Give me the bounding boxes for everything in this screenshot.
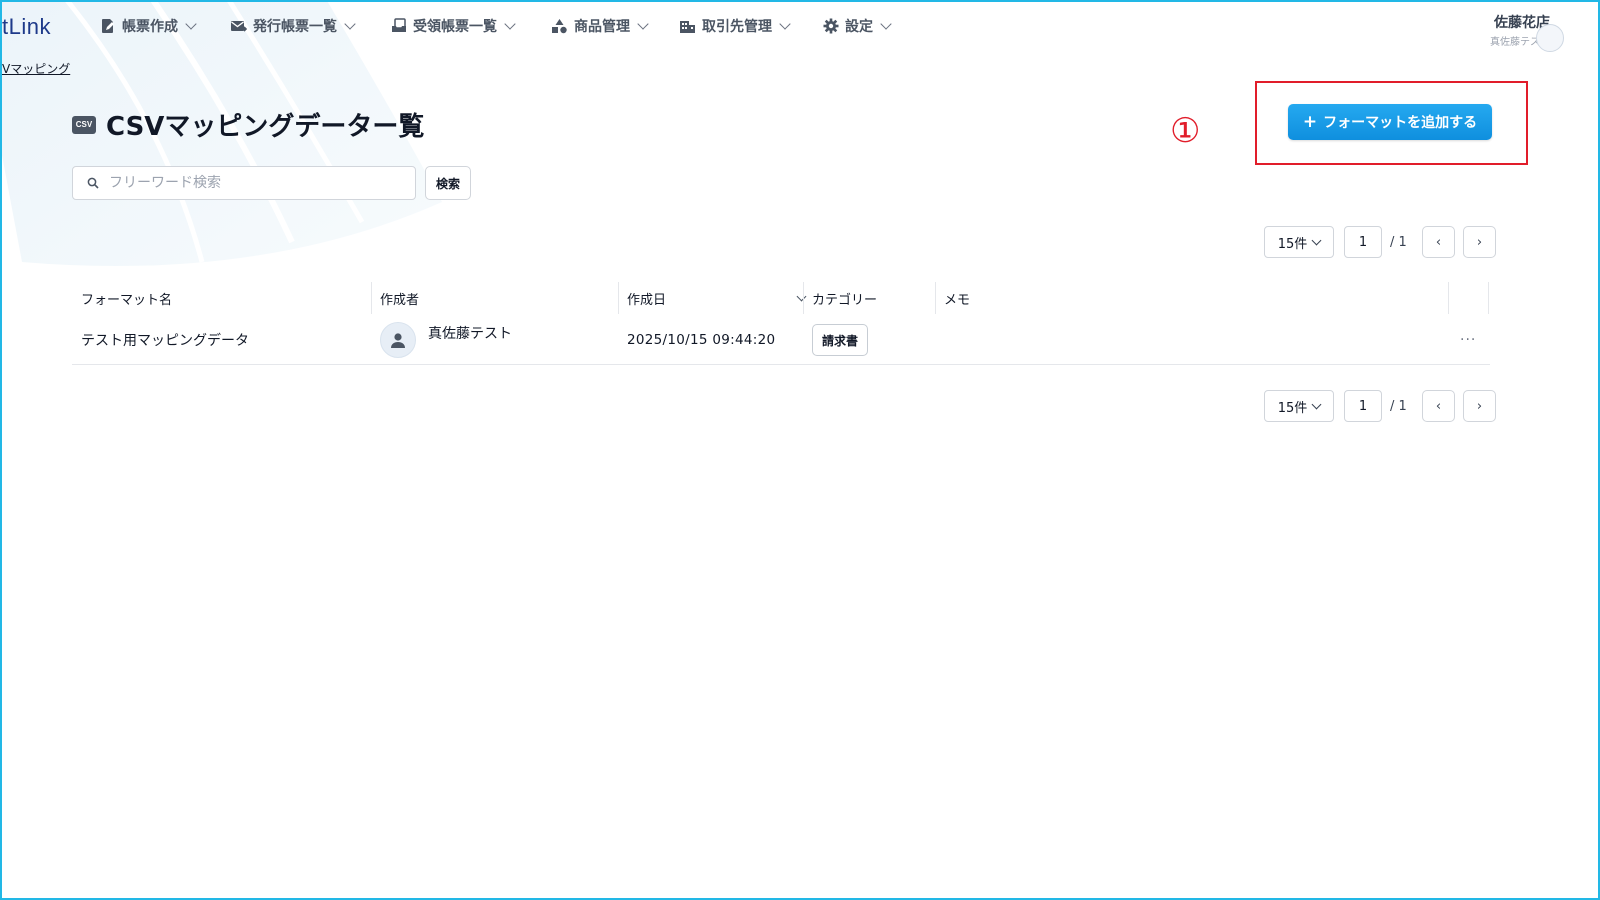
category-badge: 請求書 [812, 324, 869, 356]
nav-item-issued-documents[interactable]: 発行帳票一覧 [230, 16, 356, 36]
search-field[interactable] [72, 166, 416, 200]
page-size-select[interactable]: 15件 [1264, 390, 1334, 422]
add-format-button-label: フォーマットを追加する [1323, 115, 1478, 131]
nav-item-partner-management[interactable]: 取引先管理 [679, 16, 791, 36]
top-navigation: tLink 帳票作成 発行帳票一覧 受領帳票一覧 商品管理 取引先管理 設定 佐… [2, 2, 1598, 52]
sort-chevron-icon[interactable] [796, 291, 807, 301]
building-icon [680, 21, 695, 33]
current-page-input[interactable]: 1 [1344, 390, 1382, 422]
table-body: テスト用マッピングデータ 真佐藤テスト 2025/10/15 09:44:20 … [72, 316, 1490, 365]
chevron-down-icon [344, 18, 356, 30]
column-header-name: フォーマット名 [81, 292, 173, 308]
column-header-created-label: 作成日 [627, 292, 667, 308]
chevron-down-icon [185, 18, 197, 30]
nav-item-received-documents[interactable]: 受領帳票一覧 [391, 16, 516, 36]
page-header: CSV CSVマッピングデーター覧 [72, 106, 424, 143]
chevron-down-icon [779, 18, 791, 30]
csv-icon: CSV [72, 115, 96, 134]
breadcrumb[interactable]: Vマッピング [2, 60, 70, 77]
nav-item-label: 商品管理 [574, 19, 630, 35]
annotation-marker: ① [1170, 111, 1201, 151]
nav-item-label: 取引先管理 [702, 19, 772, 35]
total-pages: / 1 [1390, 234, 1407, 250]
chevron-down-icon [880, 18, 892, 30]
column-header-memo: メモ [944, 292, 971, 308]
shapes-icon [552, 19, 567, 34]
search-input[interactable] [107, 174, 401, 192]
nav-item-create-document[interactable]: 帳票作成 [100, 16, 197, 36]
creator-cell: 真佐藤テスト [380, 316, 512, 364]
column-divider [803, 282, 804, 314]
nav-item-label: 帳票作成 [122, 19, 178, 35]
pagination-bottom: 15件 1 / 1 ‹ › [1264, 390, 1496, 422]
total-pages: / 1 [1390, 398, 1407, 414]
avatar[interactable] [1536, 24, 1564, 52]
column-header-category: カテゴリー [812, 292, 878, 308]
mail-send-icon [231, 21, 247, 32]
chevron-right-icon: › [1476, 234, 1483, 250]
page-title: CSVマッピングデーター覧 [106, 112, 425, 142]
add-format-button[interactable]: + フォーマットを追加する [1288, 104, 1492, 140]
table-row[interactable]: テスト用マッピングデータ 真佐藤テスト 2025/10/15 09:44:20 … [72, 316, 1490, 365]
column-divider [1488, 282, 1489, 314]
chevron-left-icon: ‹ [1435, 234, 1442, 250]
pagination-top: 15件 1 / 1 ‹ › [1264, 226, 1496, 258]
current-page-input[interactable]: 1 [1344, 226, 1382, 258]
column-divider [371, 282, 372, 314]
user-menu[interactable]: 佐藤花店 真佐藤テスト [1490, 12, 1564, 52]
mapping-table: フォーマット名 作成者 作成日 カテゴリー メモ テスト用マッピングデータ 真佐… [72, 280, 1490, 365]
prev-page-button[interactable]: ‹ [1422, 226, 1455, 258]
column-header-created[interactable]: 作成日 [627, 280, 807, 316]
avatar [380, 322, 416, 358]
column-divider [1448, 282, 1449, 314]
chevron-down-icon [1311, 399, 1322, 409]
inbox-receive-icon [392, 18, 406, 32]
nav-item-product-management[interactable]: 商品管理 [551, 16, 649, 36]
chevron-down-icon [504, 18, 516, 30]
gear-icon [823, 18, 839, 34]
app-logo[interactable]: tLink [2, 14, 51, 40]
column-divider [935, 282, 936, 314]
nav-item-label: 発行帳票一覧 [253, 19, 337, 35]
category-cell: 請求書 [812, 316, 869, 364]
nav-item-settings[interactable]: 設定 [823, 16, 892, 36]
chevron-left-icon: ‹ [1435, 398, 1442, 414]
document-edit-icon [102, 19, 114, 33]
created-date-cell: 2025/10/15 09:44:20 [627, 332, 776, 348]
format-name-cell[interactable]: テスト用マッピングデータ [81, 316, 249, 364]
column-divider [618, 282, 619, 314]
chevron-down-icon [637, 18, 649, 30]
creator-name: 真佐藤テスト [428, 326, 512, 342]
plus-icon: + [1302, 112, 1318, 132]
more-icon: ··· [1460, 332, 1477, 348]
nav-item-label: 受領帳票一覧 [413, 19, 497, 35]
page-size-value: 15件 [1277, 236, 1308, 252]
page-size-value: 15件 [1277, 400, 1308, 416]
nav-item-label: 設定 [845, 19, 873, 35]
page-size-select[interactable]: 15件 [1264, 226, 1334, 258]
chevron-down-icon [1311, 235, 1322, 245]
table-header: フォーマット名 作成者 作成日 カテゴリー メモ [72, 280, 1490, 316]
chevron-right-icon: › [1476, 398, 1483, 414]
app-window: tLink 帳票作成 発行帳票一覧 受領帳票一覧 商品管理 取引先管理 設定 佐… [0, 0, 1600, 900]
prev-page-button[interactable]: ‹ [1422, 390, 1455, 422]
search-button[interactable]: 検索 [425, 166, 471, 200]
row-actions-button[interactable]: ··· [1460, 316, 1476, 364]
next-page-button[interactable]: › [1463, 390, 1496, 422]
column-header-creator: 作成者 [380, 292, 420, 308]
user-icon [391, 333, 405, 348]
search-icon [87, 177, 99, 189]
next-page-button[interactable]: › [1463, 226, 1496, 258]
